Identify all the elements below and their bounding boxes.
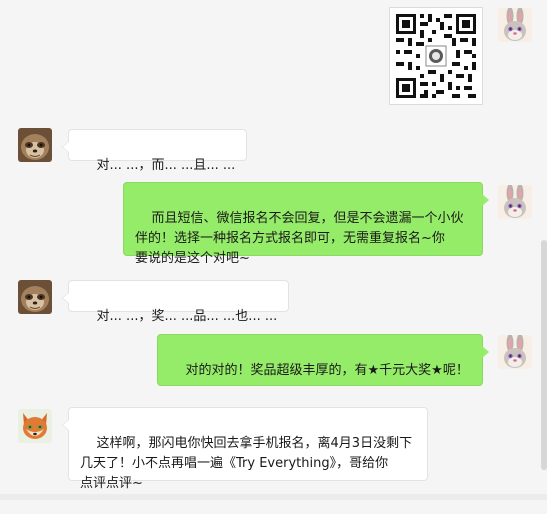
message-text: 而且短信、微信报名不会回复，但是不会遗漏一个小伙 伴的！选择一种报名方式报名即可… bbox=[135, 211, 464, 266]
bottom-edge bbox=[0, 494, 547, 500]
sloth-avatar-icon[interactable] bbox=[18, 280, 52, 314]
message-bubble-fox: 这样啊，那闪电你快回去拿手机报名，离4月3日没剩下 几天了！小不点再唱一遍《Tr… bbox=[62, 407, 428, 491]
message-text: 对的对的！奖品超级丰厚的，有★千元大奖★呢！ bbox=[185, 363, 469, 378]
bunny-avatar-icon[interactable] bbox=[498, 185, 532, 219]
scrollbar[interactable] bbox=[541, 0, 547, 500]
message-bubble-bunny: 而且短信、微信报名不会回复，但是不会遗漏一个小伙 伴的！选择一种报名方式报名即可… bbox=[123, 182, 489, 266]
fox-avatar-icon[interactable] bbox=[18, 409, 52, 443]
message-text: 对... ...，奖... ...品... ...也... ... bbox=[96, 309, 278, 324]
bunny-avatar-icon[interactable] bbox=[498, 335, 532, 369]
chat-window: 对... ...，而... ...且... ... 而且短信、微信报名不会回复，… bbox=[0, 0, 547, 500]
message-bubble-sloth: 对... ...，而... ...且... ... bbox=[61, 129, 248, 173]
message-bubble-bunny: 对的对的！奖品超级丰厚的，有★千元大奖★呢！ bbox=[157, 334, 489, 386]
message-text: 对... ...，而... ...且... ... bbox=[96, 158, 236, 173]
bunny-avatar-icon[interactable] bbox=[498, 8, 532, 42]
qr-code-icon bbox=[390, 8, 482, 104]
message-text: 这样啊，那闪电你快回去拿手机报名，离4月3日没剩下 几天了！小不点再唱一遍《Tr… bbox=[80, 436, 413, 491]
qr-code-message[interactable] bbox=[389, 7, 483, 105]
scroll-thumb[interactable] bbox=[541, 240, 547, 470]
message-bubble-sloth: 对... ...，奖... ...品... ...也... ... bbox=[61, 280, 290, 324]
sloth-avatar-icon[interactable] bbox=[18, 128, 52, 162]
